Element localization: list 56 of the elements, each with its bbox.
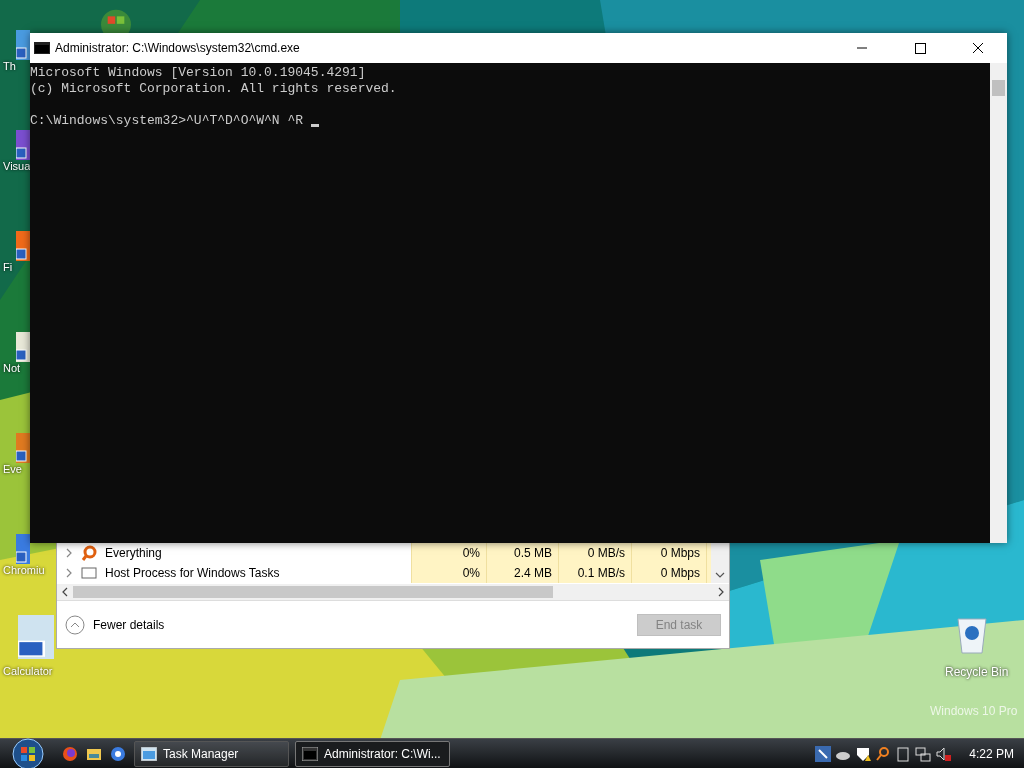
horizontal-scrollbar[interactable] [57, 584, 729, 600]
network-tray-icon[interactable] [915, 745, 932, 762]
process-name: Everything [105, 546, 163, 560]
table-cell: 0 Mbps [631, 563, 706, 583]
shortcut-icon[interactable] [16, 231, 30, 261]
taskbar-button[interactable]: Administrator: C:\Wi... [295, 740, 450, 767]
text-cursor [311, 124, 320, 127]
app-tray-icon[interactable] [815, 745, 832, 762]
shortcut-icon[interactable] [16, 30, 30, 60]
icon-label: Fi [3, 261, 13, 273]
command-prompt[interactable]: C:\Windows\system32>^U^T^D^O^W^N ^R [30, 113, 304, 129]
icon-label: Chromiu [3, 564, 45, 576]
icon-label: Not [3, 362, 21, 374]
icon-label: Eve [3, 463, 22, 475]
taskbar-button[interactable]: Task Manager [134, 740, 289, 767]
window-title: Administrator: C:\Windows\system32\cmd.exe [55, 41, 300, 55]
process-icon [81, 565, 97, 581]
table-cell: 0.5 MB [486, 543, 558, 563]
console-icon [302, 746, 318, 761]
icon-label: Visua [3, 160, 31, 172]
table-cell: 2.4 MB [486, 563, 558, 583]
fewer-details-button[interactable]: Fewer details [65, 614, 165, 635]
scroll-left-icon[interactable] [61, 587, 69, 597]
watermark-text: Windows 10 Pro [930, 704, 1018, 718]
shield-warning-icon[interactable] [855, 745, 872, 762]
table-cell: 0% [411, 543, 486, 563]
shortcut-icon[interactable] [16, 332, 30, 362]
battery-tray-icon[interactable] [895, 745, 912, 762]
collapse-up-icon [65, 614, 85, 635]
monitor-icon [141, 746, 157, 761]
process-icon [81, 545, 97, 561]
table-cell: 0% [411, 563, 486, 583]
scroll-down-icon[interactable] [715, 571, 725, 579]
icon-label: Th [3, 60, 16, 72]
shortcut-icon[interactable] [16, 130, 30, 160]
process-name: Host Process for Windows Tasks [105, 566, 281, 580]
console-line: (c) Microsoft Corporation. All rights reserved. [30, 81, 398, 97]
start-button[interactable] [12, 737, 44, 768]
muted-speaker-icon[interactable] [935, 745, 952, 762]
icon-label: Recycle Bin [945, 665, 1009, 679]
vertical-scrollbar[interactable] [990, 63, 1007, 543]
firefox-icon[interactable] [62, 745, 78, 762]
console-line: Microsoft Windows [Version 10.0.19045.4291] [30, 65, 367, 81]
icon-label: Calculator [3, 665, 53, 677]
table-cell: 0 MB/s [558, 543, 631, 563]
table-cell: 0.1 MB/s [558, 563, 631, 583]
console-icon [34, 42, 50, 54]
shortcut-icon[interactable] [16, 534, 30, 564]
table-cell: 0 Mbps [631, 543, 706, 563]
vertical-scrollbar[interactable] [711, 543, 729, 583]
shortcut-icon[interactable] [16, 433, 30, 463]
scroll-right-icon[interactable] [717, 587, 725, 597]
search-tray-icon[interactable] [875, 745, 892, 762]
browser-icon[interactable] [110, 745, 126, 762]
clock[interactable]: 4:22 PM [969, 746, 1014, 761]
shortcut-icon[interactable] [18, 615, 54, 659]
